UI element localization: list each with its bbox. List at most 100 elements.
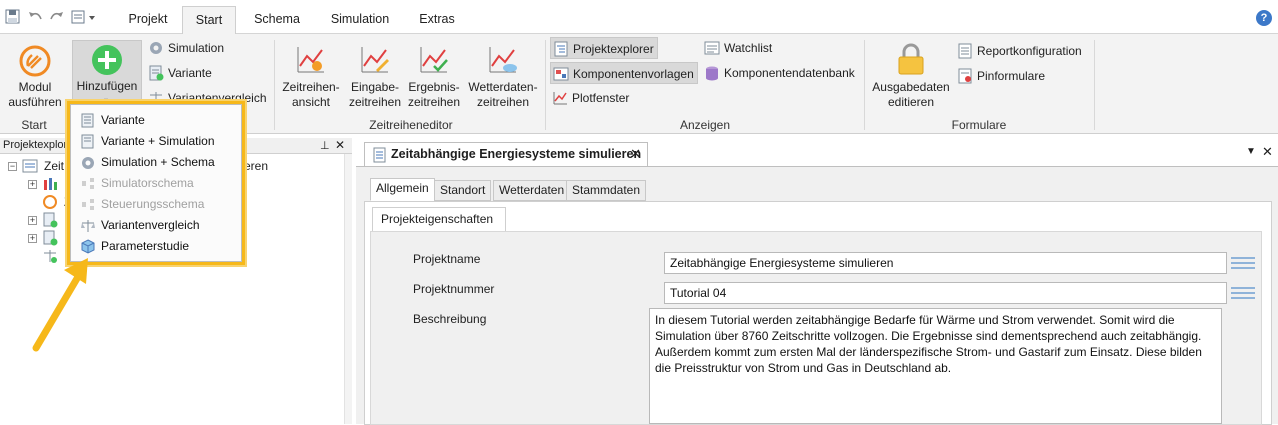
hinzufuegen-button[interactable]: Hinzufügen ▾ xyxy=(72,40,142,105)
ergebniszeitreihen-button[interactable]: Ergebnis- zeitreihen xyxy=(406,40,462,110)
project-document-icon xyxy=(373,147,386,163)
chart-edit-icon xyxy=(361,47,389,73)
menu-item-label: Steuerungsschema xyxy=(101,197,205,211)
menu-item-variantenvergleich[interactable]: Variantenvergleich xyxy=(71,215,241,236)
hinzufuegen-label: Hinzufügen xyxy=(76,79,138,93)
document-tab[interactable]: Zeitabhängige Energiesysteme simulieren … xyxy=(364,142,648,166)
gear-icon xyxy=(150,42,162,54)
component-templates-icon xyxy=(553,67,569,81)
ergebnis-label-2: zeitreihen xyxy=(407,95,461,109)
group-separator xyxy=(545,40,546,130)
tab-projekteigenschaften[interactable]: Projekteigenschaften xyxy=(372,207,506,231)
variant-sheet-icon xyxy=(43,230,58,246)
pinformulare-label: Pinformulare xyxy=(977,69,1046,83)
beschreibung-textarea[interactable]: In diesem Tutorial werden zeitabhängige … xyxy=(649,308,1222,424)
module-run-icon xyxy=(19,45,51,77)
help-icon[interactable]: ? xyxy=(1256,10,1272,26)
schema-icon xyxy=(82,178,94,189)
zeitreihen-ansicht-button[interactable]: Zeitreihen- ansicht xyxy=(280,40,342,110)
schema-icon xyxy=(82,199,94,210)
group-label-anzeigen: Anzeigen xyxy=(679,118,731,132)
tab-allgemein[interactable]: Allgemein xyxy=(370,178,435,201)
vertical-scrollbar[interactable] xyxy=(344,154,352,424)
reportkonfiguration-label: Reportkonfiguration xyxy=(977,44,1082,58)
projektexplorer-label: Projektexplorer xyxy=(573,42,654,56)
projektname-field[interactable]: Zeitabhängige Energiesysteme simulieren xyxy=(664,252,1227,274)
menu-item-label: Simulatorschema xyxy=(101,176,194,190)
menu-item-simulatorschema: Simulatorschema xyxy=(71,173,241,194)
variantenvergleich-label: Variantenvergleich xyxy=(168,91,267,105)
callout-arrow-icon xyxy=(32,258,88,352)
ausgabedaten-editieren-button[interactable]: Ausgabedaten editieren xyxy=(870,40,952,110)
zeitreihen-ansicht-label-2: ansicht xyxy=(291,95,331,109)
close-icon[interactable]: ✕ xyxy=(335,138,345,152)
simulation-label: Simulation xyxy=(168,41,225,55)
ausgabedaten-label-1: Ausgabedaten xyxy=(872,80,950,94)
menu-item-variante[interactable]: Variante xyxy=(71,110,241,131)
save-icon[interactable] xyxy=(4,8,22,26)
expand-icon[interactable]: + xyxy=(28,216,37,225)
tab-schema[interactable]: Schema xyxy=(244,6,310,34)
plot-window-icon xyxy=(553,92,567,105)
watchlist-button[interactable]: Watchlist xyxy=(702,37,772,59)
komponentendatenbank-button[interactable]: Komponentendatenbank xyxy=(702,62,855,84)
komponentenvorlagen-label: Komponentenvorlagen xyxy=(573,67,694,81)
watchlist-label: Watchlist xyxy=(724,41,773,55)
add-plus-icon xyxy=(92,45,122,75)
variante-button[interactable]: Variante xyxy=(146,62,212,84)
group-label-start: Start xyxy=(21,118,47,132)
beschreibung-label: Beschreibung xyxy=(413,312,487,326)
zeitreihen-ansicht-label-1: Zeitreihen- xyxy=(282,80,340,94)
pinformulare-button[interactable]: Pinformulare xyxy=(955,65,1045,87)
projektnummer-label: Projektnummer xyxy=(413,282,495,296)
ausgabedaten-label-2: editieren xyxy=(887,95,935,109)
expand-icon[interactable]: + xyxy=(28,180,37,189)
tab-start[interactable]: Start xyxy=(182,6,236,34)
pin-icon[interactable]: ⊥ xyxy=(320,139,330,152)
balance-icon xyxy=(81,220,95,232)
ergebnis-label-1: Ergebnis- xyxy=(408,80,460,94)
tab-stammdaten[interactable]: Stammdaten xyxy=(566,180,647,201)
tab-wetterdaten[interactable]: Wetterdaten xyxy=(493,180,571,201)
plotfenster-button[interactable]: Plotfenster xyxy=(550,87,629,109)
menu-item-steuerungsschema: Steuerungsschema xyxy=(71,194,241,215)
projektexplorer-toggle[interactable]: Projektexplorer xyxy=(550,37,658,59)
group-label-formulare: Formulare xyxy=(951,118,1007,132)
expand-icon[interactable]: + xyxy=(28,234,37,243)
reportkonfiguration-button[interactable]: Reportkonfiguration xyxy=(955,40,1082,62)
group-separator xyxy=(1094,40,1095,130)
chart-check-icon xyxy=(420,47,448,73)
menu-item-variante-simulation[interactable]: Variante + Simulation xyxy=(71,131,241,152)
tab-projekt[interactable]: Projekt xyxy=(117,6,179,34)
tab-extras[interactable]: Extras xyxy=(410,6,464,34)
tab-list-dropdown-icon[interactable]: ▼ xyxy=(1246,146,1256,157)
tab-simulation[interactable]: Simulation xyxy=(322,6,398,34)
wetterdatenzeitreihen-button[interactable]: Wetterdaten- zeitreihen xyxy=(466,40,540,110)
textarea-scrollbar[interactable] xyxy=(1222,308,1238,424)
list-menu-icon[interactable] xyxy=(1231,254,1255,272)
collapse-icon[interactable]: − xyxy=(8,162,17,171)
modul-label-1: Modul xyxy=(18,80,52,94)
projektnummer-field[interactable]: Tutorial 04 xyxy=(664,282,1227,304)
project-tree-icon xyxy=(554,41,568,57)
modul-ausfuehren-button[interactable]: Modul ausführen xyxy=(6,40,64,109)
list-menu-icon[interactable] xyxy=(1231,284,1255,302)
variant-sheet-icon xyxy=(81,113,94,128)
report-config-icon xyxy=(958,43,972,59)
tab-standort[interactable]: Standort xyxy=(434,180,492,201)
menu-item-simulation-schema[interactable]: Simulation + Schema xyxy=(71,152,241,173)
group-separator xyxy=(274,40,275,130)
gear-icon xyxy=(82,157,94,169)
wetter-label-1: Wetterdaten- xyxy=(468,80,538,94)
menu-item-label: Parameterstudie xyxy=(101,239,190,253)
redo-icon[interactable] xyxy=(48,8,66,26)
simulation-button[interactable]: Simulation xyxy=(146,37,224,59)
document-tab-title: Zeitabhängige Energiesysteme simulieren xyxy=(391,147,642,161)
undo-icon[interactable] xyxy=(26,8,44,26)
close-tab-icon[interactable]: ✕ xyxy=(630,143,641,165)
project-icon xyxy=(22,159,38,173)
eingabezeitreihen-button[interactable]: Eingabe- zeitreihen xyxy=(346,40,404,110)
close-document-icon[interactable]: ✕ xyxy=(1262,144,1273,160)
quick-access-menu-icon[interactable] xyxy=(70,8,100,26)
komponentenvorlagen-toggle[interactable]: Komponentenvorlagen xyxy=(550,62,698,84)
